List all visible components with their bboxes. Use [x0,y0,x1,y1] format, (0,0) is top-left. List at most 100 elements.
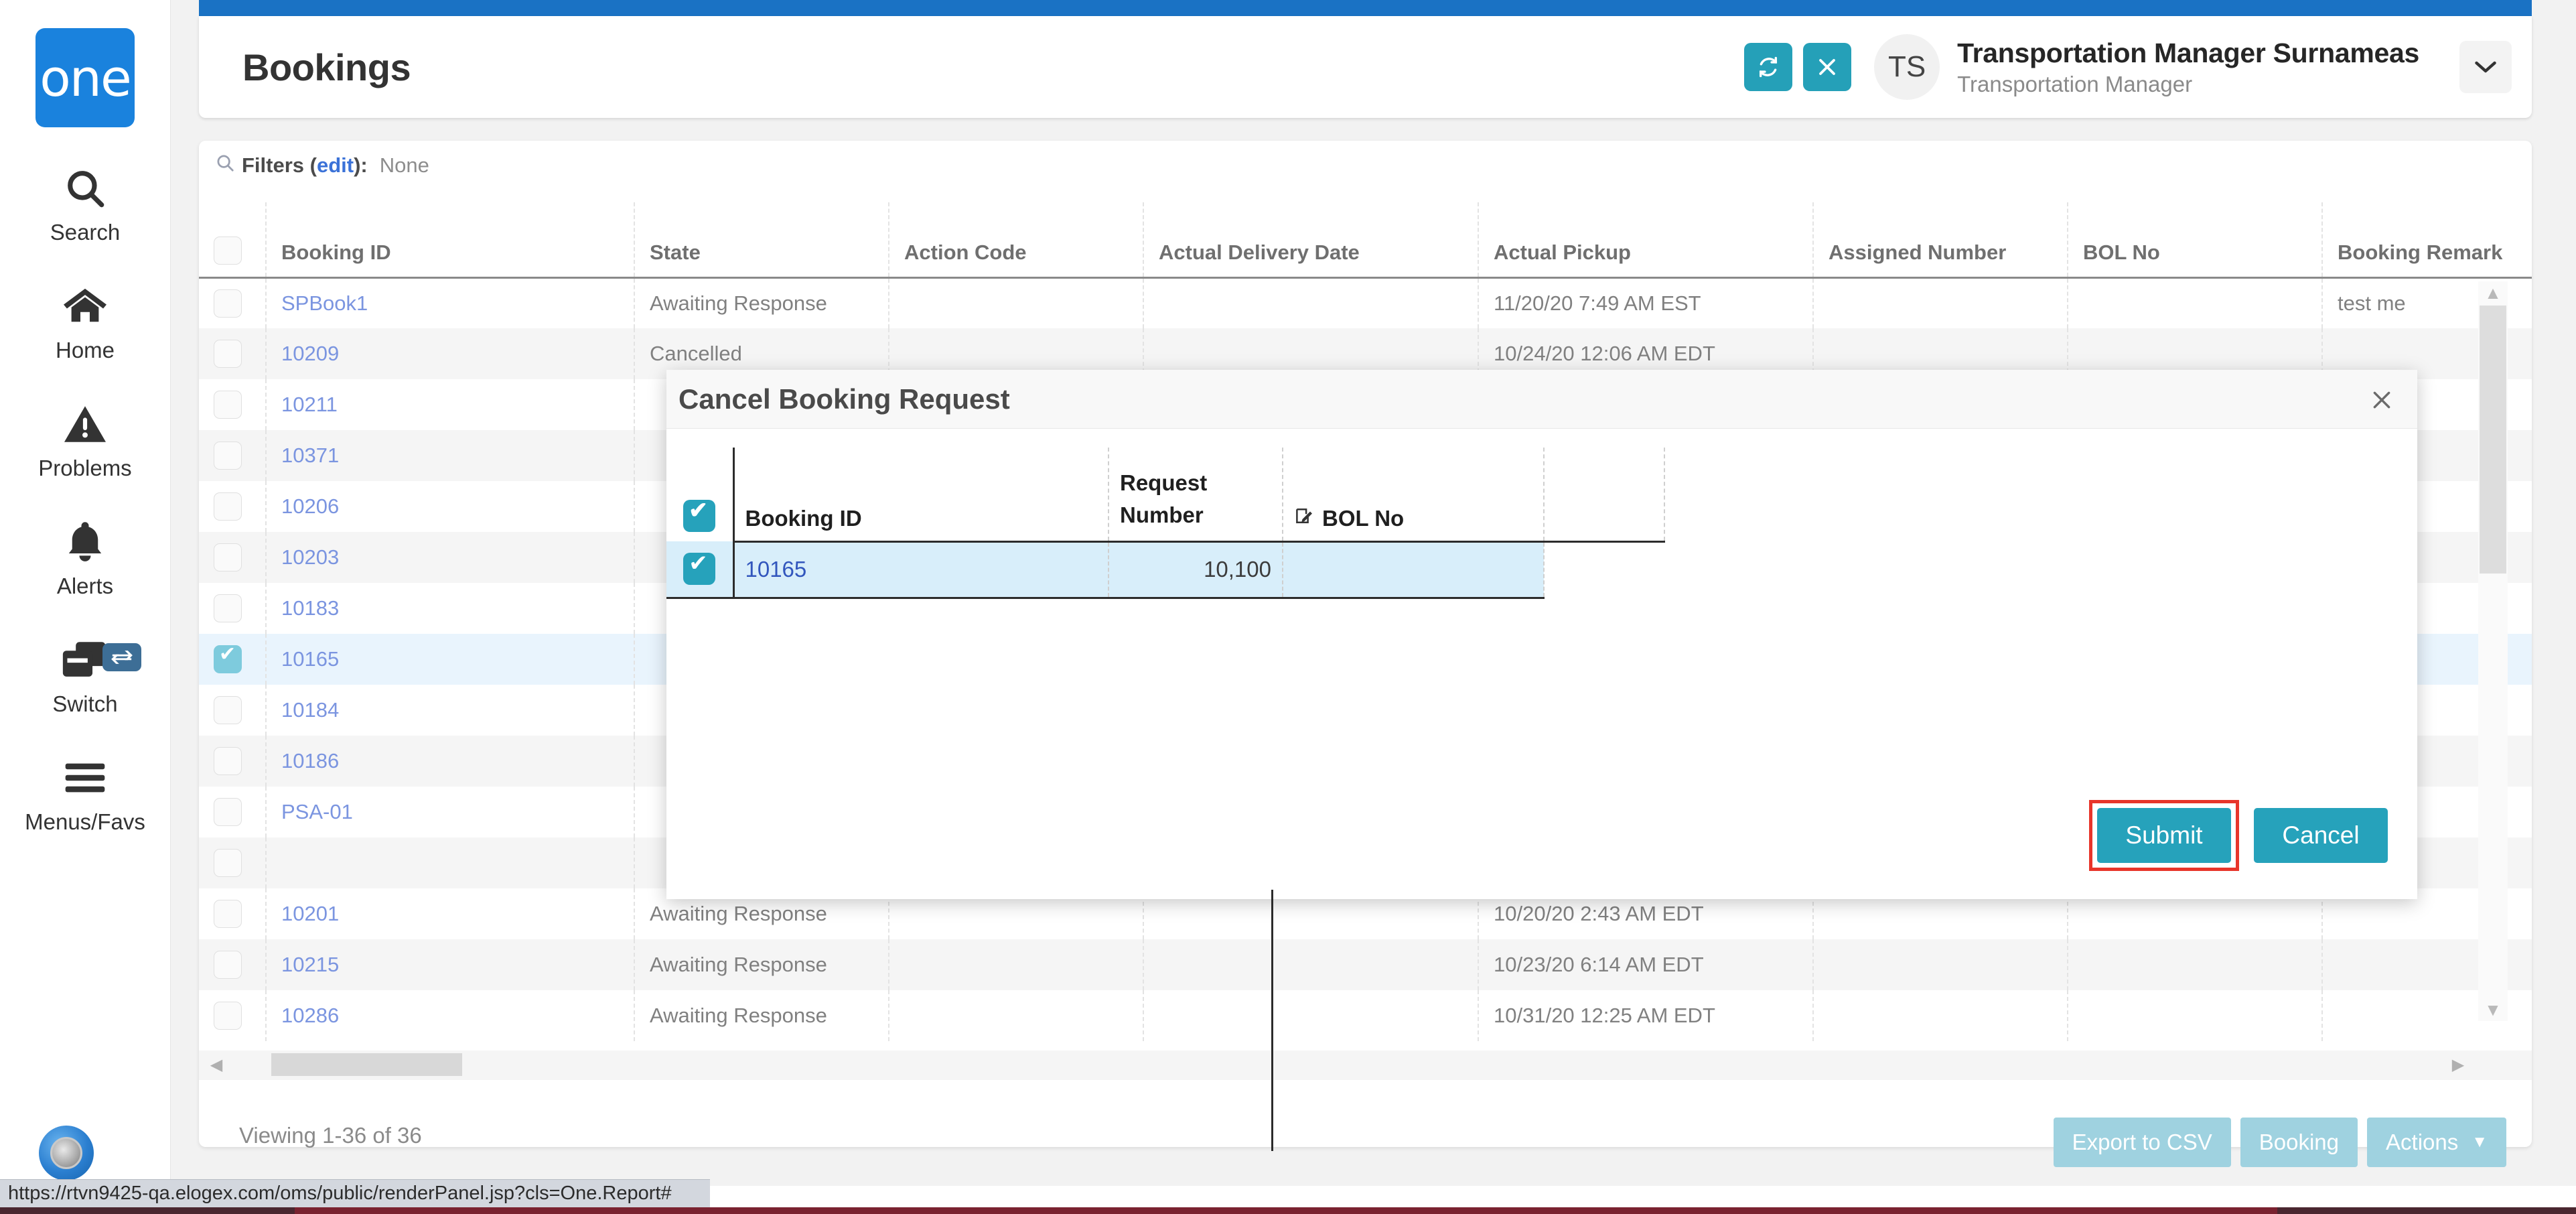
col-action-code[interactable]: Action Code [889,202,1143,277]
cell-booking-id[interactable]: 10215 [266,939,634,990]
one-logo[interactable]: one [35,28,135,127]
row-select-cell[interactable] [199,634,266,685]
dialog-col-booking-id[interactable]: Booking ID [733,448,1108,541]
booking-id-link[interactable]: 10206 [281,494,339,518]
row-select-cell[interactable] [199,685,266,736]
sidebar-item-search[interactable]: Search [5,163,165,245]
row-select-cell[interactable] [199,888,266,939]
col-actual-pickup[interactable]: Actual Pickup [1478,202,1813,277]
sidebar-item-home[interactable]: Home [5,281,165,363]
cell-booking-id[interactable]: 10371 [266,430,634,481]
table-row[interactable]: 10215Awaiting Response10/23/20 6:14 AM E… [199,939,2532,990]
booking-id-link[interactable]: 10165 [281,647,339,671]
horizontal-scrollbar[interactable]: ◀ ▶ [199,1051,2532,1080]
row-select-cell[interactable] [199,328,266,379]
export-to-csv-button[interactable]: Export to CSV [2054,1118,2231,1167]
row-checkbox[interactable] [214,645,242,673]
cell-booking-id[interactable]: 10286 [266,990,634,1041]
row-select-cell[interactable] [199,583,266,634]
sidebar-item-switch[interactable]: Switch [5,635,165,717]
table-row[interactable]: 10286Awaiting Response10/31/20 12:25 AM … [199,990,2532,1041]
col-assigned-number[interactable]: Assigned Number [1813,202,2068,277]
dialog-row-select-cell[interactable] [666,541,733,598]
vertical-scroll-thumb[interactable] [2480,306,2506,574]
dialog-booking-id-link[interactable]: 10165 [745,557,807,582]
dialog-table-row[interactable]: 1016510,100 [666,541,1664,598]
booking-id-link[interactable]: 10203 [281,545,339,569]
row-checkbox[interactable] [214,289,242,318]
cell-booking-id[interactable]: 10184 [266,685,634,736]
row-select-cell[interactable] [199,481,266,532]
table-row[interactable]: SPBook1Awaiting Response11/20/20 7:49 AM… [199,277,2532,328]
cell-booking-id[interactable] [266,837,634,888]
cell-booking-id[interactable]: 10211 [266,379,634,430]
x-icon[interactable] [1803,43,1851,91]
horizontal-scroll-thumb[interactable] [271,1053,462,1076]
col-actual-delivery-date[interactable]: Actual Delivery Date [1143,202,1478,277]
booking-id-link[interactable]: 10186 [281,749,339,772]
row-checkbox[interactable] [214,900,242,928]
row-checkbox[interactable] [214,798,242,826]
col-booking-id[interactable]: Booking ID [266,202,634,277]
booking-id-link[interactable]: 10209 [281,342,339,365]
row-select-cell[interactable] [199,837,266,888]
dialog-cell-booking-id[interactable]: 10165 [733,541,1108,598]
cell-booking-id[interactable]: 10165 [266,634,634,685]
cell-booking-id[interactable]: 10183 [266,583,634,634]
row-select-cell[interactable] [199,277,266,328]
cell-booking-id[interactable]: 10201 [266,888,634,939]
cell-booking-id[interactable]: 10186 [266,736,634,787]
sidebar-item-alerts[interactable]: Alerts [5,517,165,599]
scroll-up-arrow-icon[interactable]: ▲ [2478,281,2508,304]
row-checkbox[interactable] [214,951,242,979]
booking-id-link[interactable]: 10371 [281,444,339,467]
app-orb-icon[interactable] [39,1126,94,1181]
row-checkbox[interactable] [214,340,242,368]
cell-booking-id[interactable]: 10203 [266,532,634,583]
vertical-scrollbar[interactable]: ▲ ▼ [2478,281,2508,1021]
booking-id-link[interactable]: 10211 [281,393,338,416]
chevron-down-icon[interactable] [2459,41,2512,93]
edit-pencil-icon[interactable] [1294,506,1314,531]
actions-dropdown-button[interactable]: Actions ▼ [2367,1118,2506,1167]
booking-id-link[interactable]: 10286 [281,1004,339,1027]
row-select-cell[interactable] [199,379,266,430]
cell-booking-id[interactable]: PSA-01 [266,787,634,837]
cell-booking-id[interactable]: 10209 [266,328,634,379]
sidebar-item-menus-favs[interactable]: Menus/Favs [5,753,165,835]
col-booking-remark[interactable]: Booking Remark [2322,202,2532,277]
row-select-cell[interactable] [199,990,266,1041]
dialog-select-all-checkbox[interactable] [683,500,715,532]
row-checkbox[interactable] [214,492,242,521]
row-checkbox[interactable] [214,1002,242,1030]
row-checkbox[interactable] [214,849,242,877]
dialog-row-checkbox[interactable] [683,553,715,585]
row-select-cell[interactable] [199,939,266,990]
row-select-cell[interactable] [199,430,266,481]
booking-id-link[interactable]: SPBook1 [281,291,368,315]
dialog-col-request-number[interactable]: RequestNumber [1108,448,1283,541]
submit-button[interactable]: Submit [2097,808,2231,863]
row-select-cell[interactable] [199,787,266,837]
col-state[interactable]: State [634,202,889,277]
booking-id-link[interactable]: 10201 [281,902,339,925]
row-checkbox[interactable] [214,543,242,571]
scroll-down-arrow-icon[interactable]: ▼ [2478,998,2508,1021]
cancel-button[interactable]: Cancel [2254,808,2388,863]
close-icon[interactable] [2366,385,2397,415]
booking-id-link[interactable]: 10215 [281,953,339,976]
swap-arrows-icon[interactable] [102,643,141,671]
booking-button[interactable]: Booking [2240,1118,2358,1167]
dialog-select-all-cell[interactable] [666,448,733,541]
sidebar-item-problems[interactable]: Problems [5,399,165,481]
row-select-cell[interactable] [199,532,266,583]
select-all-cell[interactable] [199,202,266,277]
dialog-col-bol-no[interactable]: BOL No [1283,448,1544,541]
dialog-cell-bol-no[interactable] [1283,541,1544,598]
filters-edit-link[interactable]: edit [317,153,354,178]
row-checkbox[interactable] [214,391,242,419]
cell-booking-id[interactable]: SPBook1 [266,277,634,328]
row-checkbox[interactable] [214,594,242,622]
row-select-cell[interactable] [199,736,266,787]
row-checkbox[interactable] [214,442,242,470]
